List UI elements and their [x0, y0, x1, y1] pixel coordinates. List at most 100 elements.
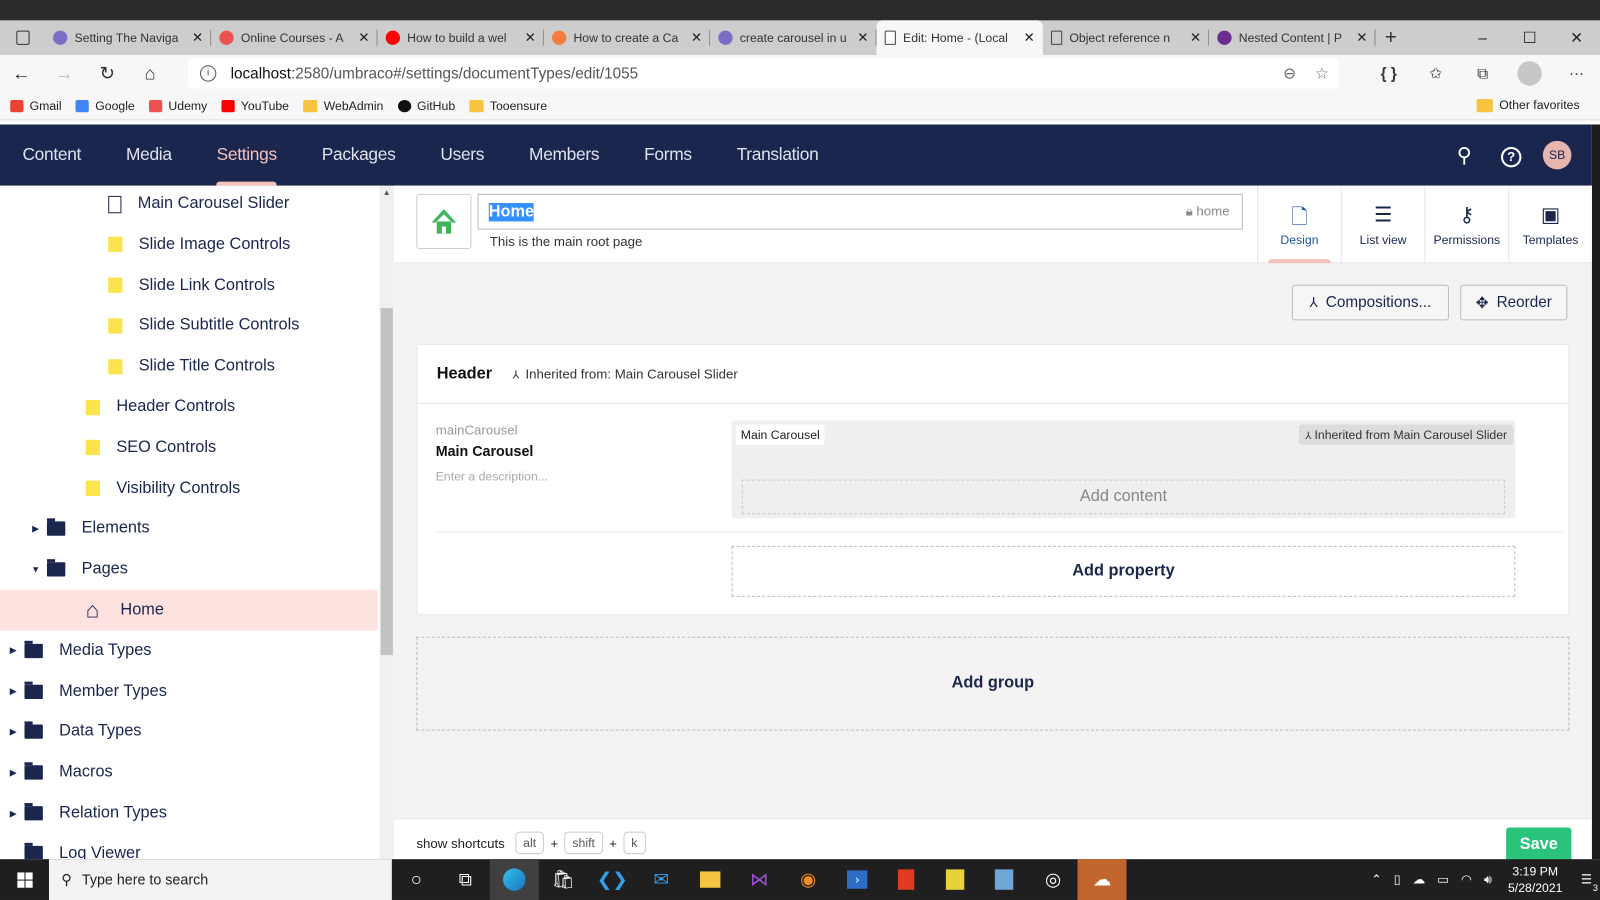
section-forms[interactable]: Forms	[622, 124, 715, 185]
tree-item[interactable]: ▶ Data Types	[0, 712, 378, 753]
section-members[interactable]: Members	[507, 124, 622, 185]
taskbar-search[interactable]: ⚲ Type here to search	[48, 859, 392, 900]
user-avatar[interactable]: SB	[1542, 140, 1572, 170]
refresh-button[interactable]: ↻	[86, 63, 129, 84]
tree-item[interactable]: ⌂ Home	[0, 589, 378, 631]
browser-tab[interactable]: Edit: Home - (Local ✕	[876, 20, 1043, 56]
tree-item[interactable]: Slide Subtitle Controls	[0, 305, 378, 346]
app-icon[interactable]	[931, 859, 980, 900]
back-button[interactable]: ←	[0, 63, 43, 84]
tree-item[interactable]: Visibility Controls	[0, 468, 378, 509]
onedrive-icon[interactable]: ☁	[1413, 872, 1425, 886]
close-tab-icon[interactable]: ✕	[691, 30, 702, 46]
volume-icon[interactable]: 🔊︎	[1484, 872, 1492, 887]
task-view-icon[interactable]: ⧉	[441, 859, 490, 900]
favorites-icon[interactable]: ✩	[1412, 64, 1459, 82]
close-tab-icon[interactable]: ✕	[192, 30, 203, 46]
reorder-button[interactable]: ✥ Reorder	[1460, 284, 1568, 321]
tree-item[interactable]: Log Viewer	[0, 833, 378, 860]
doctype-name-input[interactable]: Home 🔒︎ home	[477, 193, 1243, 230]
bookmark-webadmin[interactable]: WebAdmin	[303, 98, 383, 113]
doctype-description[interactable]: This is the main root page	[490, 234, 643, 249]
tab-actions-button[interactable]	[0, 20, 45, 55]
other-favorites[interactable]: Other favorites	[1476, 98, 1580, 112]
caret-right-icon[interactable]: ▶	[8, 767, 18, 778]
new-tab-button[interactable]: +	[1375, 20, 1406, 55]
caret-right-icon[interactable]: ▶	[8, 726, 18, 737]
close-tab-icon[interactable]: ✕	[1356, 30, 1367, 46]
close-tab-icon[interactable]: ✕	[1024, 30, 1035, 46]
app-icon[interactable]	[980, 859, 1029, 900]
devtools-icon[interactable]: { }	[1365, 65, 1412, 82]
bookmark-google[interactable]: Google	[75, 98, 135, 113]
vscode-icon[interactable]: ❮❯	[588, 859, 637, 900]
property-description[interactable]: Enter a description...	[436, 469, 548, 483]
close-tab-icon[interactable]: ✕	[358, 30, 369, 46]
store-icon[interactable]: 🛍︎	[539, 859, 588, 900]
maximize-button[interactable]: ☐	[1506, 29, 1553, 47]
home-button[interactable]: ⌂	[129, 63, 172, 84]
add-favorite-icon[interactable]: ☆	[1315, 64, 1329, 82]
app-templates[interactable]: ▣ Templates	[1508, 185, 1592, 264]
tree-item[interactable]: ▶ Relation Types	[0, 793, 378, 834]
mail-icon[interactable]: ✉	[637, 859, 686, 900]
section-settings[interactable]: Settings	[194, 124, 299, 186]
tree-item[interactable]: ▶ Macros	[0, 752, 378, 793]
blender-icon[interactable]: ◉	[784, 859, 833, 900]
profile-icon[interactable]	[1506, 61, 1553, 86]
forward-button[interactable]: →	[43, 63, 86, 84]
powershell-icon[interactable]: ›	[833, 859, 882, 900]
tree-item[interactable]: Slide Title Controls	[0, 346, 378, 387]
tree-item[interactable]: Main Carousel Slider	[0, 186, 378, 225]
caret-right-icon[interactable]: ▶	[31, 523, 41, 534]
browser-tab[interactable]: Setting The Naviga ✕	[45, 20, 212, 55]
add-content-button[interactable]: Add content	[741, 479, 1506, 515]
close-tab-icon[interactable]: ✕	[525, 30, 536, 46]
help-icon[interactable]: ?	[1488, 143, 1535, 167]
shortcuts-hint[interactable]: show shortcuts alt + shift + k	[416, 831, 651, 855]
close-tab-icon[interactable]: ✕	[1190, 30, 1201, 46]
tree-scrollbar[interactable]: ▲	[379, 185, 394, 860]
section-users[interactable]: Users	[418, 124, 507, 185]
search-icon[interactable]: ⚲	[1441, 142, 1488, 168]
browser-tab[interactable]: Online Courses - A ✕	[211, 20, 378, 55]
battery-icon[interactable]: ▭	[1437, 872, 1449, 886]
clock[interactable]: 3:19 PM 5/28/2021	[1508, 863, 1562, 896]
browser-tab[interactable]: How to create a Ca ✕	[544, 20, 711, 55]
inherited-from-link[interactable]: Main Carousel Slider	[615, 366, 738, 381]
tree-item[interactable]: SEO Controls	[0, 427, 378, 468]
tree-item[interactable]: ▶ Media Types	[0, 630, 378, 671]
obs-icon[interactable]: ◎	[1029, 859, 1078, 900]
edge-icon[interactable]	[489, 859, 539, 900]
url-input[interactable]: i localhost:2580/umbraco#/settings/docum…	[187, 58, 1339, 89]
meet-icon[interactable]: ▯	[1394, 872, 1401, 886]
app-design[interactable]: 🗋︎ Design	[1257, 185, 1341, 264]
wifi-icon[interactable]: ◠	[1461, 872, 1472, 886]
notifications-icon[interactable]: ☰ 3	[1581, 872, 1598, 892]
caret-down-icon[interactable]: ▼	[31, 564, 41, 574]
tree-item[interactable]: ▶ Member Types	[0, 671, 378, 712]
file-explorer-icon[interactable]	[686, 859, 735, 900]
cloud-app-icon[interactable]: ☁	[1077, 859, 1127, 900]
scroll-up-arrow[interactable]: ▲	[380, 188, 394, 197]
section-packages[interactable]: Packages	[299, 124, 418, 185]
browser-tab[interactable]: How to build a wel ✕	[378, 20, 544, 55]
close-window-button[interactable]: ✕	[1553, 29, 1600, 47]
bookmark-youtube[interactable]: YouTube	[221, 98, 289, 113]
doctype-icon-picker[interactable]	[416, 193, 472, 249]
tree-item[interactable]: ▼ Pages	[0, 549, 378, 590]
browser-tab[interactable]: Nested Content | P ✕	[1209, 20, 1376, 55]
tree-item[interactable]: Header Controls	[0, 387, 378, 428]
minimize-button[interactable]: –	[1459, 29, 1506, 46]
bookmark-tooensure[interactable]: Tooensure	[469, 98, 547, 113]
more-icon[interactable]: ···	[1553, 65, 1600, 82]
office-icon[interactable]	[882, 859, 931, 900]
browser-tab[interactable]: Object reference n ✕	[1043, 20, 1210, 55]
tray-expand-icon[interactable]: ⌃	[1371, 872, 1381, 886]
zoom-out-icon[interactable]: ⊖	[1283, 64, 1296, 82]
visual-studio-icon[interactable]: ⋈	[735, 859, 784, 900]
tree-item[interactable]: Slide Link Controls	[0, 265, 378, 306]
app-permissions[interactable]: ⚷ Permissions	[1424, 185, 1508, 264]
add-property-button[interactable]: Add property	[731, 545, 1516, 597]
cortana-icon[interactable]: ○	[392, 859, 441, 900]
